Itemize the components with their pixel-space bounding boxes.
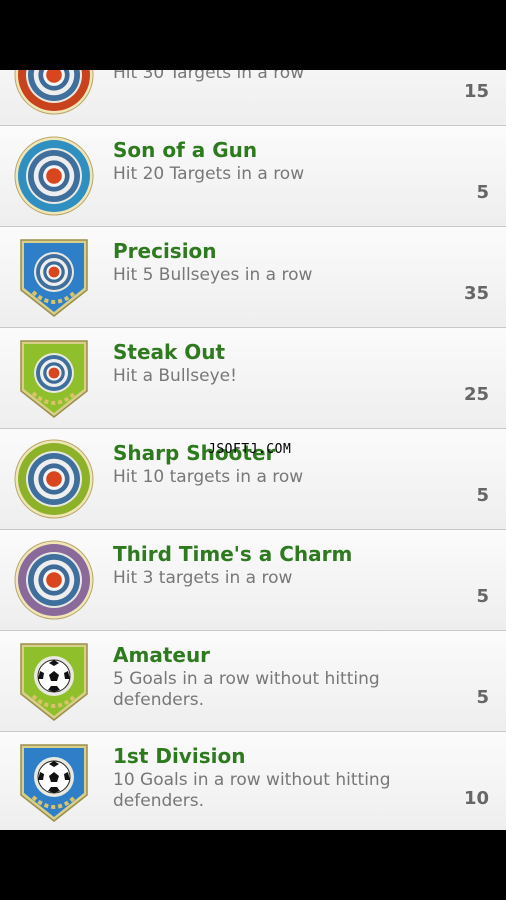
target-shield-green-icon [20,340,88,418]
achievement-row[interactable]: 1st Division 10 Goals in a row without hi… [0,732,506,830]
achievement-title: Amateur [113,643,211,667]
achievement-points: 35 [463,283,489,304]
achievement-description: Hit a Bullseye! [113,366,237,386]
achievement-title: Steak Out [113,340,226,364]
achievement-row[interactable]: Steak Out Hit a Bullseye! 25 [0,328,506,429]
achievement-title: Third Time's a Charm [113,542,353,566]
achievement-points: 15 [463,81,489,102]
achievement-row[interactable]: No BullHit 30 Targets in a row15 [0,70,506,126]
achievement-description: 10 Goals in a row without hitting defend… [113,770,391,811]
navigation-bar [0,830,506,900]
achievement-points: 25 [463,384,489,405]
target-medal-purple-icon [14,540,94,620]
target-medal-blue-icon [14,136,94,216]
achievement-description: Hit 5 Bullseyes in a row [113,265,313,285]
target-shield-blue-icon [20,239,88,317]
achievement-description: Hit 10 targets in a row [113,467,304,487]
watermark-text: JSOFTJ.COM [208,442,292,457]
status-bar [0,0,506,70]
achievement-row[interactable]: Third Time's a Charm Hit 3 targets in a r… [0,530,506,631]
achievement-row[interactable]: Son of a Gun Hit 20 Targets in a row 5 [0,126,506,227]
achievement-title: Son of a Gun [113,138,258,162]
achievement-description: Hit 20 Targets in a row [113,164,305,184]
target-medal-green-icon [14,439,94,519]
soccer-shield-blue-icon [20,744,88,822]
achievement-row[interactable]: Amateur 5 Goals in a row without hitting … [0,631,506,732]
achievement-description: 5 Goals in a row without hitting defende… [113,669,380,710]
achievement-points: 5 [476,687,489,708]
achievement-description: Hit 30 Targets in a row [113,70,305,83]
achievement-title: 1st Division [113,744,246,768]
achievement-points: 5 [476,586,489,607]
soccer-shield-green-icon [20,643,88,721]
achievement-points: 5 [476,485,489,506]
target-medal-red-icon [14,70,94,115]
achievement-title: Precision [113,239,217,263]
achievement-points: 10 [463,788,489,809]
achievement-description: Hit 3 targets in a row [113,568,293,588]
achievement-row[interactable]: Precision Hit 5 Bullseyes in a row 35 [0,227,506,328]
achievement-points: 5 [476,182,489,203]
